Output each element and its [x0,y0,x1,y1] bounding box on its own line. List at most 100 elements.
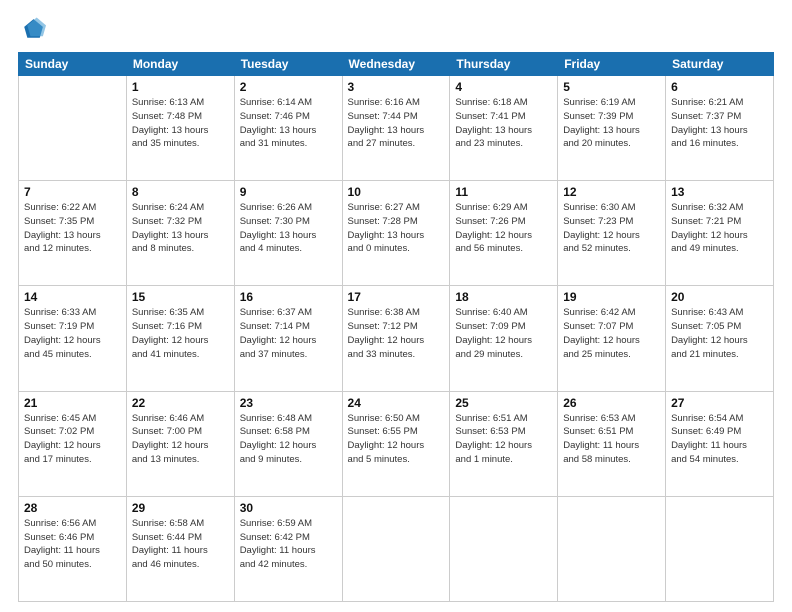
day-info: Sunrise: 6:16 AMSunset: 7:44 PMDaylight:… [348,96,445,151]
day-number: 11 [455,185,552,199]
day-info: Sunrise: 6:58 AMSunset: 6:44 PMDaylight:… [132,517,229,572]
day-number: 17 [348,290,445,304]
day-number: 8 [132,185,229,199]
day-number: 13 [671,185,768,199]
day-info: Sunrise: 6:59 AMSunset: 6:42 PMDaylight:… [240,517,337,572]
day-info: Sunrise: 6:24 AMSunset: 7:32 PMDaylight:… [132,201,229,256]
calendar-cell: 25 Sunrise: 6:51 AMSunset: 6:53 PMDayligh… [450,391,558,496]
calendar-cell [342,496,450,601]
calendar-cell: 28 Sunrise: 6:56 AMSunset: 6:46 PMDayligh… [19,496,127,601]
day-number: 30 [240,501,337,515]
calendar-cell: 12 Sunrise: 6:30 AMSunset: 7:23 PMDayligh… [558,181,666,286]
day-number: 27 [671,396,768,410]
calendar-cell: 7 Sunrise: 6:22 AMSunset: 7:35 PMDaylight… [19,181,127,286]
day-number: 28 [24,501,121,515]
logo [18,16,50,44]
day-info: Sunrise: 6:13 AMSunset: 7:48 PMDaylight:… [132,96,229,151]
logo-icon [18,16,46,44]
calendar-cell: 18 Sunrise: 6:40 AMSunset: 7:09 PMDayligh… [450,286,558,391]
day-info: Sunrise: 6:37 AMSunset: 7:14 PMDaylight:… [240,306,337,361]
header [18,16,774,44]
day-number: 9 [240,185,337,199]
day-info: Sunrise: 6:56 AMSunset: 6:46 PMDaylight:… [24,517,121,572]
day-info: Sunrise: 6:40 AMSunset: 7:09 PMDaylight:… [455,306,552,361]
calendar-cell: 8 Sunrise: 6:24 AMSunset: 7:32 PMDaylight… [126,181,234,286]
day-number: 4 [455,80,552,94]
calendar-cell: 10 Sunrise: 6:27 AMSunset: 7:28 PMDayligh… [342,181,450,286]
calendar-cell: 1 Sunrise: 6:13 AMSunset: 7:48 PMDaylight… [126,76,234,181]
day-number: 1 [132,80,229,94]
column-header-monday: Monday [126,53,234,76]
day-info: Sunrise: 6:26 AMSunset: 7:30 PMDaylight:… [240,201,337,256]
day-number: 3 [348,80,445,94]
day-info: Sunrise: 6:18 AMSunset: 7:41 PMDaylight:… [455,96,552,151]
calendar-cell [666,496,774,601]
day-info: Sunrise: 6:30 AMSunset: 7:23 PMDaylight:… [563,201,660,256]
calendar-cell [19,76,127,181]
calendar-cell: 4 Sunrise: 6:18 AMSunset: 7:41 PMDaylight… [450,76,558,181]
day-info: Sunrise: 6:48 AMSunset: 6:58 PMDaylight:… [240,412,337,467]
column-header-thursday: Thursday [450,53,558,76]
calendar-header-row: SundayMondayTuesdayWednesdayThursdayFrid… [19,53,774,76]
day-info: Sunrise: 6:27 AMSunset: 7:28 PMDaylight:… [348,201,445,256]
day-info: Sunrise: 6:54 AMSunset: 6:49 PMDaylight:… [671,412,768,467]
day-number: 24 [348,396,445,410]
calendar-cell [450,496,558,601]
day-info: Sunrise: 6:53 AMSunset: 6:51 PMDaylight:… [563,412,660,467]
day-info: Sunrise: 6:38 AMSunset: 7:12 PMDaylight:… [348,306,445,361]
column-header-wednesday: Wednesday [342,53,450,76]
calendar-cell: 14Sunrise: 6:33 AMSunset: 7:19 PMDayligh… [19,286,127,391]
day-number: 18 [455,290,552,304]
calendar-cell: 24 Sunrise: 6:50 AMSunset: 6:55 PMDayligh… [342,391,450,496]
day-info: Sunrise: 6:19 AMSunset: 7:39 PMDaylight:… [563,96,660,151]
calendar-cell: 11Sunrise: 6:29 AMSunset: 7:26 PMDayligh… [450,181,558,286]
day-info: Sunrise: 6:46 AMSunset: 7:00 PMDaylight:… [132,412,229,467]
column-header-sunday: Sunday [19,53,127,76]
calendar-cell: 15Sunrise: 6:35 AMSunset: 7:16 PMDayligh… [126,286,234,391]
day-number: 22 [132,396,229,410]
day-number: 20 [671,290,768,304]
day-info: Sunrise: 6:50 AMSunset: 6:55 PMDaylight:… [348,412,445,467]
day-info: Sunrise: 6:35 AMSunset: 7:16 PMDaylight:… [132,306,229,361]
day-number: 25 [455,396,552,410]
calendar-week-row: 1 Sunrise: 6:13 AMSunset: 7:48 PMDaylight… [19,76,774,181]
day-number: 2 [240,80,337,94]
calendar-cell: 9 Sunrise: 6:26 AMSunset: 7:30 PMDaylight… [234,181,342,286]
day-info: Sunrise: 6:45 AMSunset: 7:02 PMDaylight:… [24,412,121,467]
column-header-tuesday: Tuesday [234,53,342,76]
day-info: Sunrise: 6:14 AMSunset: 7:46 PMDaylight:… [240,96,337,151]
calendar-cell: 21 Sunrise: 6:45 AMSunset: 7:02 PMDayligh… [19,391,127,496]
calendar-week-row: 14Sunrise: 6:33 AMSunset: 7:19 PMDayligh… [19,286,774,391]
day-number: 5 [563,80,660,94]
day-number: 16 [240,290,337,304]
day-info: Sunrise: 6:42 AMSunset: 7:07 PMDaylight:… [563,306,660,361]
calendar-cell [558,496,666,601]
day-number: 6 [671,80,768,94]
calendar-cell: 16 Sunrise: 6:37 AMSunset: 7:14 PMDayligh… [234,286,342,391]
calendar-cell: 27 Sunrise: 6:54 AMSunset: 6:49 PMDayligh… [666,391,774,496]
calendar-cell: 6 Sunrise: 6:21 AMSunset: 7:37 PMDaylight… [666,76,774,181]
calendar-cell: 30 Sunrise: 6:59 AMSunset: 6:42 PMDayligh… [234,496,342,601]
calendar-week-row: 21 Sunrise: 6:45 AMSunset: 7:02 PMDayligh… [19,391,774,496]
day-number: 7 [24,185,121,199]
day-number: 19 [563,290,660,304]
day-number: 12 [563,185,660,199]
calendar-cell: 22 Sunrise: 6:46 AMSunset: 7:00 PMDayligh… [126,391,234,496]
day-info: Sunrise: 6:22 AMSunset: 7:35 PMDaylight:… [24,201,121,256]
day-info: Sunrise: 6:43 AMSunset: 7:05 PMDaylight:… [671,306,768,361]
calendar-week-row: 7 Sunrise: 6:22 AMSunset: 7:35 PMDaylight… [19,181,774,286]
day-info: Sunrise: 6:32 AMSunset: 7:21 PMDaylight:… [671,201,768,256]
day-number: 14 [24,290,121,304]
day-number: 21 [24,396,121,410]
calendar-cell: 2 Sunrise: 6:14 AMSunset: 7:46 PMDaylight… [234,76,342,181]
calendar-cell: 20 Sunrise: 6:43 AMSunset: 7:05 PMDayligh… [666,286,774,391]
day-info: Sunrise: 6:21 AMSunset: 7:37 PMDaylight:… [671,96,768,151]
calendar-cell: 29Sunrise: 6:58 AMSunset: 6:44 PMDayligh… [126,496,234,601]
day-number: 23 [240,396,337,410]
day-number: 10 [348,185,445,199]
column-header-saturday: Saturday [666,53,774,76]
calendar-cell: 19 Sunrise: 6:42 AMSunset: 7:07 PMDayligh… [558,286,666,391]
page: SundayMondayTuesdayWednesdayThursdayFrid… [0,0,792,612]
day-info: Sunrise: 6:51 AMSunset: 6:53 PMDaylight:… [455,412,552,467]
calendar-table: SundayMondayTuesdayWednesdayThursdayFrid… [18,52,774,602]
